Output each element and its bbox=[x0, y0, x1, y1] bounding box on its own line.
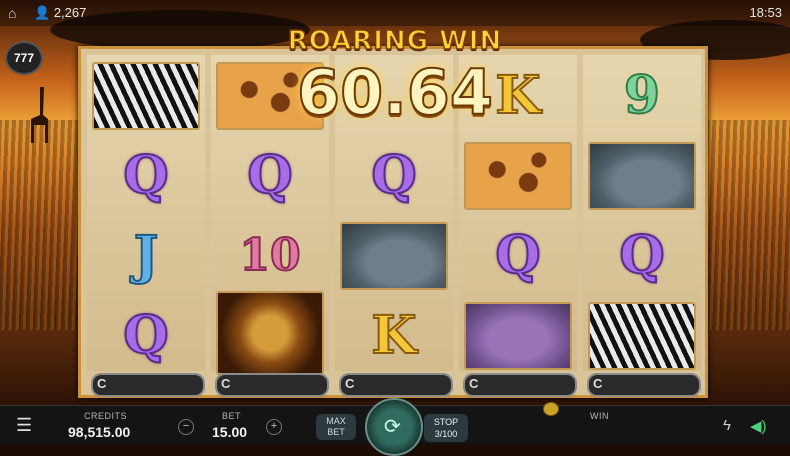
win-banner-title: ROARING WIN bbox=[287, 25, 503, 57]
sound-icon[interactable]: ◀) bbox=[750, 417, 767, 435]
bet-value: 15.00 bbox=[212, 424, 248, 440]
spin-icon: ⟳ bbox=[384, 416, 401, 438]
reel-footer: C bbox=[463, 373, 577, 397]
reel-footer: C bbox=[215, 373, 329, 397]
symbol-q: Q bbox=[91, 303, 201, 369]
home-icon[interactable]: ⌂ bbox=[8, 6, 26, 20]
symbol-q: Q bbox=[339, 143, 449, 209]
coin-icon bbox=[543, 402, 559, 416]
spin-button[interactable]: ⟳ bbox=[365, 398, 423, 456]
symbol-9: 9 bbox=[587, 63, 697, 129]
symbol-q: Q bbox=[587, 223, 697, 289]
symbol-rhino bbox=[587, 142, 697, 210]
symbol-q: Q bbox=[215, 143, 325, 209]
win-label: WIN bbox=[590, 411, 609, 421]
max-bet-line2: BET bbox=[327, 427, 345, 437]
max-bet-button[interactable]: MAX BET bbox=[316, 414, 356, 440]
giraffe-silhouette bbox=[31, 87, 48, 143]
status-bar: ⌂ 👤 2,267 18:53 bbox=[0, 0, 790, 26]
rhino-symbol bbox=[588, 142, 696, 210]
rhino-symbol bbox=[340, 222, 448, 290]
reel-footer-icon: C bbox=[593, 376, 603, 391]
symbol-zebra bbox=[587, 302, 697, 370]
win-amount: 60.64 bbox=[296, 56, 494, 129]
stop-label: STOP bbox=[433, 417, 459, 427]
zebra-symbol bbox=[588, 302, 696, 370]
player-count-value: 2,267 bbox=[53, 5, 87, 20]
q-symbol: Q bbox=[122, 144, 169, 207]
bet-label: BET bbox=[222, 411, 242, 421]
777-badge-button[interactable]: 777 bbox=[5, 41, 43, 75]
bet-increase-button[interactable]: + bbox=[266, 419, 282, 435]
reel-footer-icon: C bbox=[469, 376, 479, 391]
reel-footer-icon: C bbox=[221, 376, 231, 391]
q-symbol: Q bbox=[246, 144, 293, 207]
reel-footer: C bbox=[91, 373, 205, 397]
elephant-symbol bbox=[464, 302, 572, 370]
reel-footer-icon: C bbox=[345, 376, 355, 391]
reel-1: Q J Q C bbox=[87, 55, 205, 397]
lion-symbol bbox=[216, 291, 324, 375]
q-symbol: Q bbox=[370, 144, 417, 207]
reel-footer: C bbox=[587, 373, 701, 397]
player-count: 👤 2,267 bbox=[34, 5, 87, 20]
q-symbol: Q bbox=[494, 224, 541, 287]
symbol-q: Q bbox=[91, 143, 201, 209]
symbol-zebra bbox=[91, 62, 201, 130]
nine-symbol: 9 bbox=[623, 64, 661, 127]
autoplay-counter: 3/100 bbox=[434, 429, 458, 439]
reel-footer-icon: C bbox=[97, 376, 107, 391]
credits-value: 98,515.00 bbox=[68, 424, 131, 440]
lightning-icon[interactable]: ϟ bbox=[723, 417, 731, 434]
symbol-j: J bbox=[91, 223, 201, 289]
symbol-rhino bbox=[339, 222, 449, 290]
q-symbol: Q bbox=[618, 224, 665, 287]
symbol-q: Q bbox=[463, 223, 573, 289]
j-symbol: J bbox=[133, 224, 160, 287]
symbol-giraffe bbox=[463, 142, 573, 210]
autoplay-stop-button[interactable]: STOP 3/100 bbox=[424, 414, 468, 442]
q-symbol: Q bbox=[122, 304, 169, 367]
symbol-k: K bbox=[339, 303, 449, 369]
bet-decrease-button[interactable]: − bbox=[178, 419, 194, 435]
reel-footer: C bbox=[339, 373, 453, 397]
clock: 18:53 bbox=[749, 5, 782, 20]
k-symbol: K bbox=[370, 304, 417, 367]
credits-label: CREDITS bbox=[84, 411, 128, 421]
max-bet-line1: MAX bbox=[326, 416, 346, 426]
symbol-lion bbox=[215, 291, 325, 375]
reel-5: 9 Q C bbox=[583, 55, 701, 397]
ten-symbol: 10 bbox=[238, 229, 301, 282]
symbol-elephant bbox=[463, 302, 573, 370]
zebra-symbol bbox=[92, 62, 200, 130]
control-bar: ☰ CREDITS 98,515.00 − BET 15.00 + MAX BE… bbox=[0, 398, 790, 456]
menu-icon[interactable]: ☰ bbox=[16, 416, 32, 434]
symbol-10: 10 bbox=[215, 223, 325, 289]
giraffe-symbol bbox=[464, 142, 572, 210]
